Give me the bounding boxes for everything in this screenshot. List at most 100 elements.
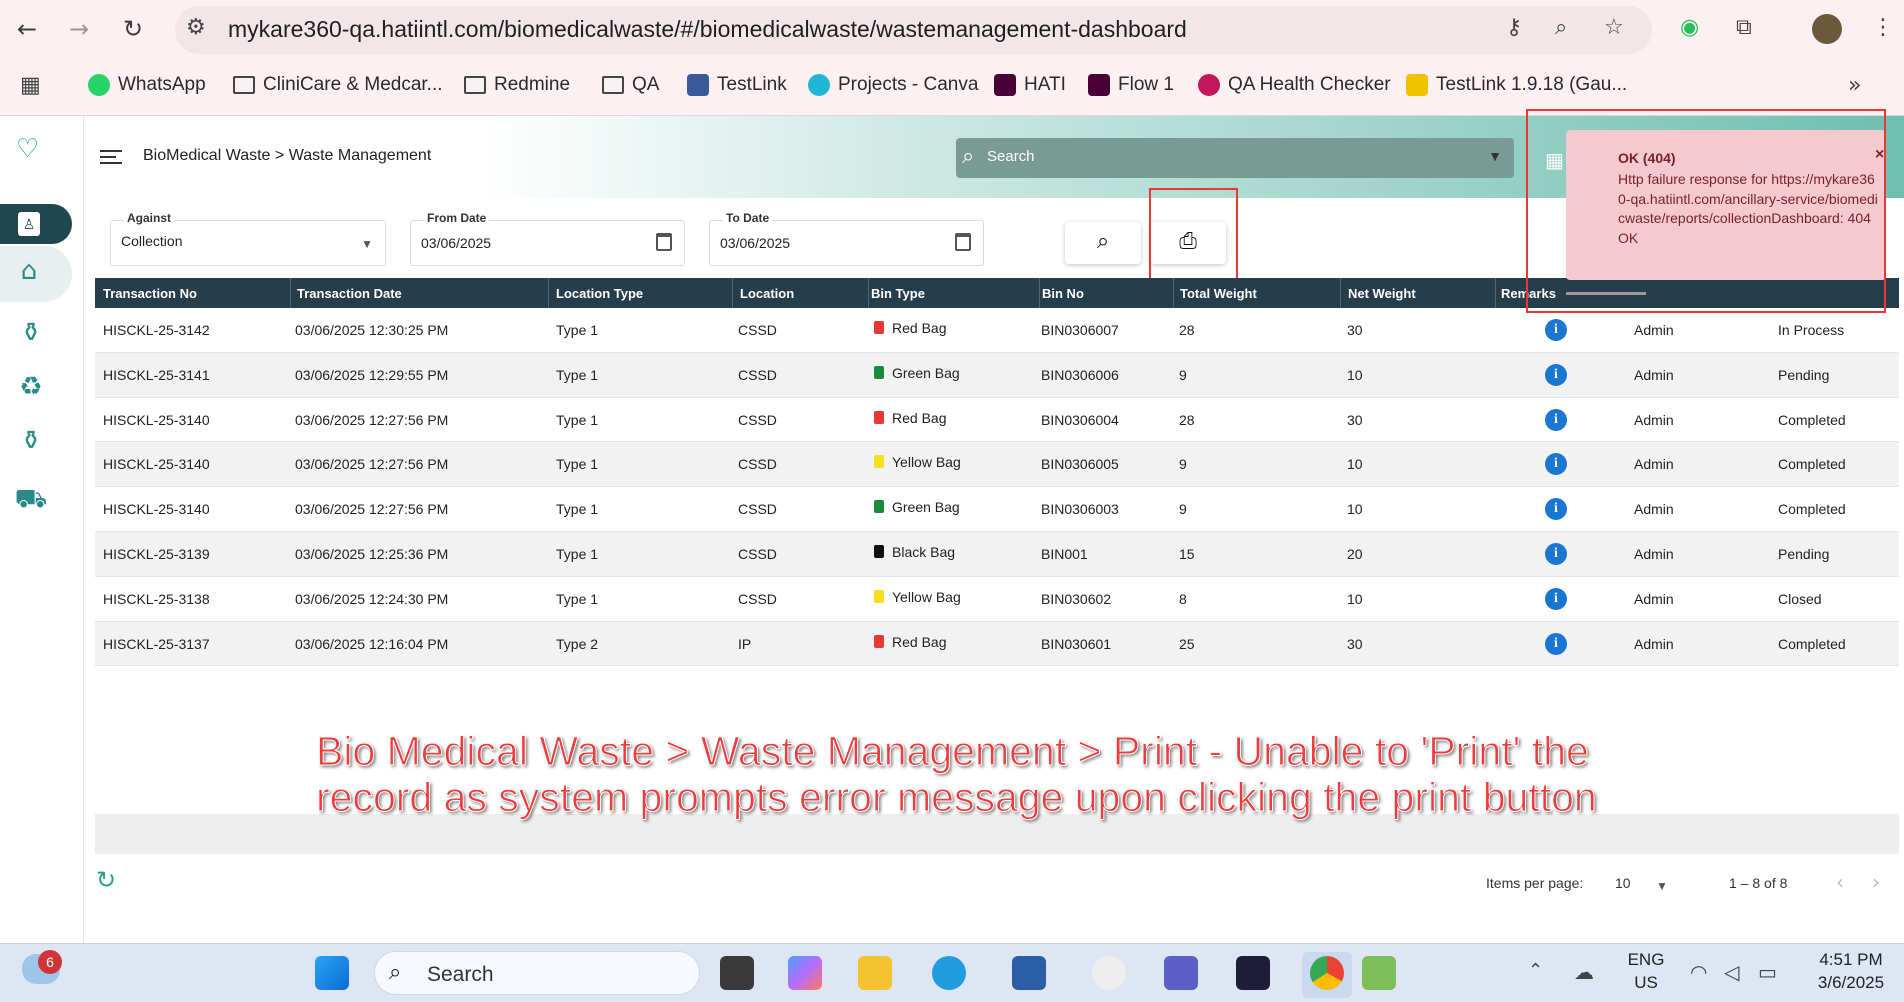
reload-icon[interactable]: ↻ bbox=[120, 14, 146, 44]
bookmark-canva[interactable]: Projects - Canva bbox=[808, 74, 978, 96]
folder-icon bbox=[602, 76, 624, 94]
key-icon[interactable]: ⚷ bbox=[1506, 15, 1522, 40]
from-date-field[interactable]: 03/06/2025 bbox=[410, 220, 685, 266]
building-icon: ⌂ bbox=[20, 256, 38, 286]
bookmark-hati[interactable]: HATI bbox=[994, 74, 1066, 96]
testlink-icon bbox=[1406, 74, 1428, 96]
prev-page-icon[interactable]: ‹ bbox=[1836, 870, 1844, 894]
table-row[interactable]: HISCKL-25-3140 03/06/2025 12:27:56 PM Type… bbox=[95, 397, 1899, 443]
items-per-page-value[interactable]: 10 bbox=[1615, 875, 1631, 891]
battery-icon[interactable]: ▭ bbox=[1758, 960, 1777, 984]
calendar-icon[interactable] bbox=[955, 233, 971, 251]
chrome-icon[interactable] bbox=[1310, 956, 1344, 990]
cell-status: Pending bbox=[1778, 545, 1830, 562]
col-total-weight[interactable]: Total Weight bbox=[1180, 286, 1257, 301]
bookmark-redmine[interactable]: Redmine bbox=[464, 74, 570, 96]
col-location[interactable]: Location bbox=[740, 286, 794, 301]
info-icon[interactable]: i bbox=[1545, 542, 1567, 565]
wifi-icon[interactable]: ◠ bbox=[1690, 960, 1707, 984]
site-info-icon[interactable]: ⚙ bbox=[186, 15, 206, 40]
webex-icon[interactable] bbox=[1236, 956, 1270, 990]
whatsapp-icon bbox=[88, 74, 110, 96]
info-icon[interactable]: i bbox=[1545, 408, 1567, 431]
bookmark-clinicare[interactable]: CliniCare & Medcar... bbox=[233, 74, 443, 96]
language-eng[interactable]: ENG bbox=[1626, 950, 1666, 970]
sidebar-item-biomedical-waste[interactable]: ♙ bbox=[0, 204, 72, 244]
copilot-icon[interactable] bbox=[788, 956, 822, 990]
app-icon[interactable] bbox=[1092, 956, 1126, 990]
to-date-field[interactable]: 03/06/2025 bbox=[709, 220, 984, 266]
info-icon[interactable]: i bbox=[1545, 319, 1567, 341]
col-bin-type[interactable]: Bin Type bbox=[871, 286, 925, 301]
col-transaction-no[interactable]: Transaction No bbox=[103, 286, 197, 301]
file-explorer-icon[interactable] bbox=[858, 956, 892, 990]
refresh-icon[interactable]: ↻ bbox=[96, 866, 116, 894]
teams-icon[interactable] bbox=[1164, 956, 1198, 990]
menu-dots-icon[interactable]: ⋮ bbox=[1872, 15, 1894, 40]
chevron-down-icon[interactable]: ▼ bbox=[1656, 879, 1668, 893]
sidebar-item-schedule[interactable]: ⚱ bbox=[14, 318, 48, 352]
bookmark-whatsapp[interactable]: WhatsApp bbox=[88, 74, 206, 96]
global-search[interactable]: ⌕ Search ▼ bbox=[956, 138, 1514, 178]
task-view-icon[interactable] bbox=[720, 956, 754, 990]
cell-user: Admin bbox=[1634, 545, 1674, 562]
cell-user: Admin bbox=[1634, 635, 1674, 652]
onedrive-icon[interactable]: ☁ bbox=[1574, 960, 1594, 984]
url-text[interactable]: mykare360-qa.hatiintl.com/biomedicalwast… bbox=[228, 16, 1187, 43]
extensions-icon[interactable]: ⧉ bbox=[1736, 15, 1752, 40]
info-icon[interactable]: i bbox=[1545, 453, 1567, 476]
edge-icon[interactable] bbox=[932, 956, 966, 990]
hamburger-menu-icon[interactable] bbox=[100, 150, 122, 164]
paint-icon[interactable] bbox=[1362, 956, 1396, 990]
back-icon[interactable]: ← bbox=[14, 14, 40, 44]
table-row[interactable]: HISCKL-25-3137 03/06/2025 12:16:04 PM Type… bbox=[95, 621, 1899, 667]
info-icon[interactable]: i bbox=[1545, 632, 1567, 655]
apps-grid-icon[interactable]: ▦ bbox=[20, 73, 41, 98]
bookmark-testlink[interactable]: TestLink bbox=[687, 74, 787, 96]
language-us[interactable]: US bbox=[1626, 973, 1666, 993]
table-row[interactable]: HISCKL-25-3140 03/06/2025 12:27:56 PM Type… bbox=[95, 442, 1899, 488]
table-row[interactable]: HISCKL-25-3138 03/06/2025 12:24:30 PM Type… bbox=[95, 576, 1899, 622]
table-row[interactable]: HISCKL-25-3139 03/06/2025 12:25:36 PM Type… bbox=[95, 531, 1899, 577]
extension-eye-icon[interactable]: ◉ bbox=[1680, 15, 1699, 40]
volume-icon[interactable]: ◁ bbox=[1724, 960, 1739, 984]
bookmark-testlink-gau[interactable]: TestLink 1.9.18 (Gau... bbox=[1406, 74, 1627, 96]
calendar-icon[interactable] bbox=[656, 233, 672, 251]
col-location-type[interactable]: Location Type bbox=[556, 286, 643, 301]
sidebar-item-truck[interactable]: ⛟ bbox=[14, 484, 48, 518]
chevron-up-icon[interactable]: ⌃ bbox=[1528, 960, 1543, 981]
col-transaction-date[interactable]: Transaction Date bbox=[297, 286, 402, 301]
table-row[interactable]: HISCKL-25-3142 03/06/2025 12:30:25 PM Type… bbox=[95, 308, 1899, 353]
bookmark-qa-health[interactable]: QA Health Checker bbox=[1198, 74, 1391, 96]
more-bookmarks-icon[interactable]: » bbox=[1848, 73, 1861, 98]
info-icon[interactable]: i bbox=[1545, 587, 1567, 610]
forward-icon[interactable]: → bbox=[66, 14, 92, 44]
taskbar-search[interactable]: ⌕ Search bbox=[374, 951, 700, 995]
col-net-weight[interactable]: Net Weight bbox=[1348, 286, 1416, 301]
bin-type-label: Red Bag bbox=[892, 633, 947, 650]
cell-transaction-date: 03/06/2025 12:16:04 PM bbox=[295, 635, 449, 652]
store-icon[interactable] bbox=[1012, 956, 1046, 990]
col-bin-no[interactable]: Bin No bbox=[1042, 286, 1084, 301]
info-icon[interactable]: i bbox=[1545, 498, 1567, 521]
profile-avatar[interactable] bbox=[1812, 14, 1842, 44]
info-icon[interactable]: i bbox=[1545, 363, 1567, 386]
search-button[interactable]: ⌕ bbox=[1065, 222, 1141, 264]
clock-date[interactable]: 3/6/2025 bbox=[1806, 973, 1896, 993]
clock-time[interactable]: 4:51 PM bbox=[1806, 950, 1896, 970]
cell-total-weight: 28 bbox=[1179, 322, 1195, 338]
bookmark-qa[interactable]: QA bbox=[602, 74, 659, 96]
next-page-icon[interactable]: › bbox=[1872, 870, 1880, 894]
table-row[interactable]: HISCKL-25-3141 03/06/2025 12:29:55 PM Type… bbox=[95, 352, 1899, 398]
sidebar-item-facility[interactable]: ⌂ bbox=[0, 246, 72, 302]
cell-location-type: Type 1 bbox=[556, 322, 599, 338]
zoom-icon[interactable]: ⌕ bbox=[1555, 15, 1567, 40]
table-row[interactable]: HISCKL-25-3140 03/06/2025 12:27:56 PM Type… bbox=[95, 487, 1899, 532]
against-select[interactable]: Collection ▼ bbox=[110, 220, 386, 266]
bookmark-flow1[interactable]: Flow 1 bbox=[1088, 74, 1174, 96]
star-icon[interactable]: ☆ bbox=[1604, 15, 1624, 40]
sidebar-item-calendar[interactable]: ⚱ bbox=[14, 426, 48, 460]
windows-start-icon[interactable] bbox=[315, 956, 349, 990]
cell-transaction-no: HISCKL-25-3137 bbox=[103, 635, 210, 652]
sidebar-item-basket[interactable]: ♻ bbox=[14, 372, 48, 406]
